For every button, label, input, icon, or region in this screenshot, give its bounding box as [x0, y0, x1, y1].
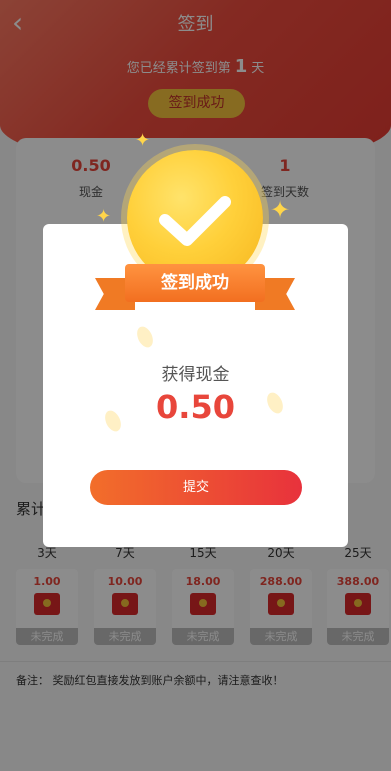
ribbon-title: 签到成功	[125, 264, 265, 302]
submit-button[interactable]: 提交	[90, 470, 302, 505]
sparkle-icon: ✦	[135, 130, 151, 151]
success-ribbon: 签到成功	[95, 260, 295, 320]
sparkle-icon: ✦	[96, 206, 112, 227]
reward-label: 获得现金	[161, 365, 230, 385]
sparkle-icon: ✦	[270, 196, 291, 224]
reward-amount-value: 0.50	[156, 388, 235, 426]
